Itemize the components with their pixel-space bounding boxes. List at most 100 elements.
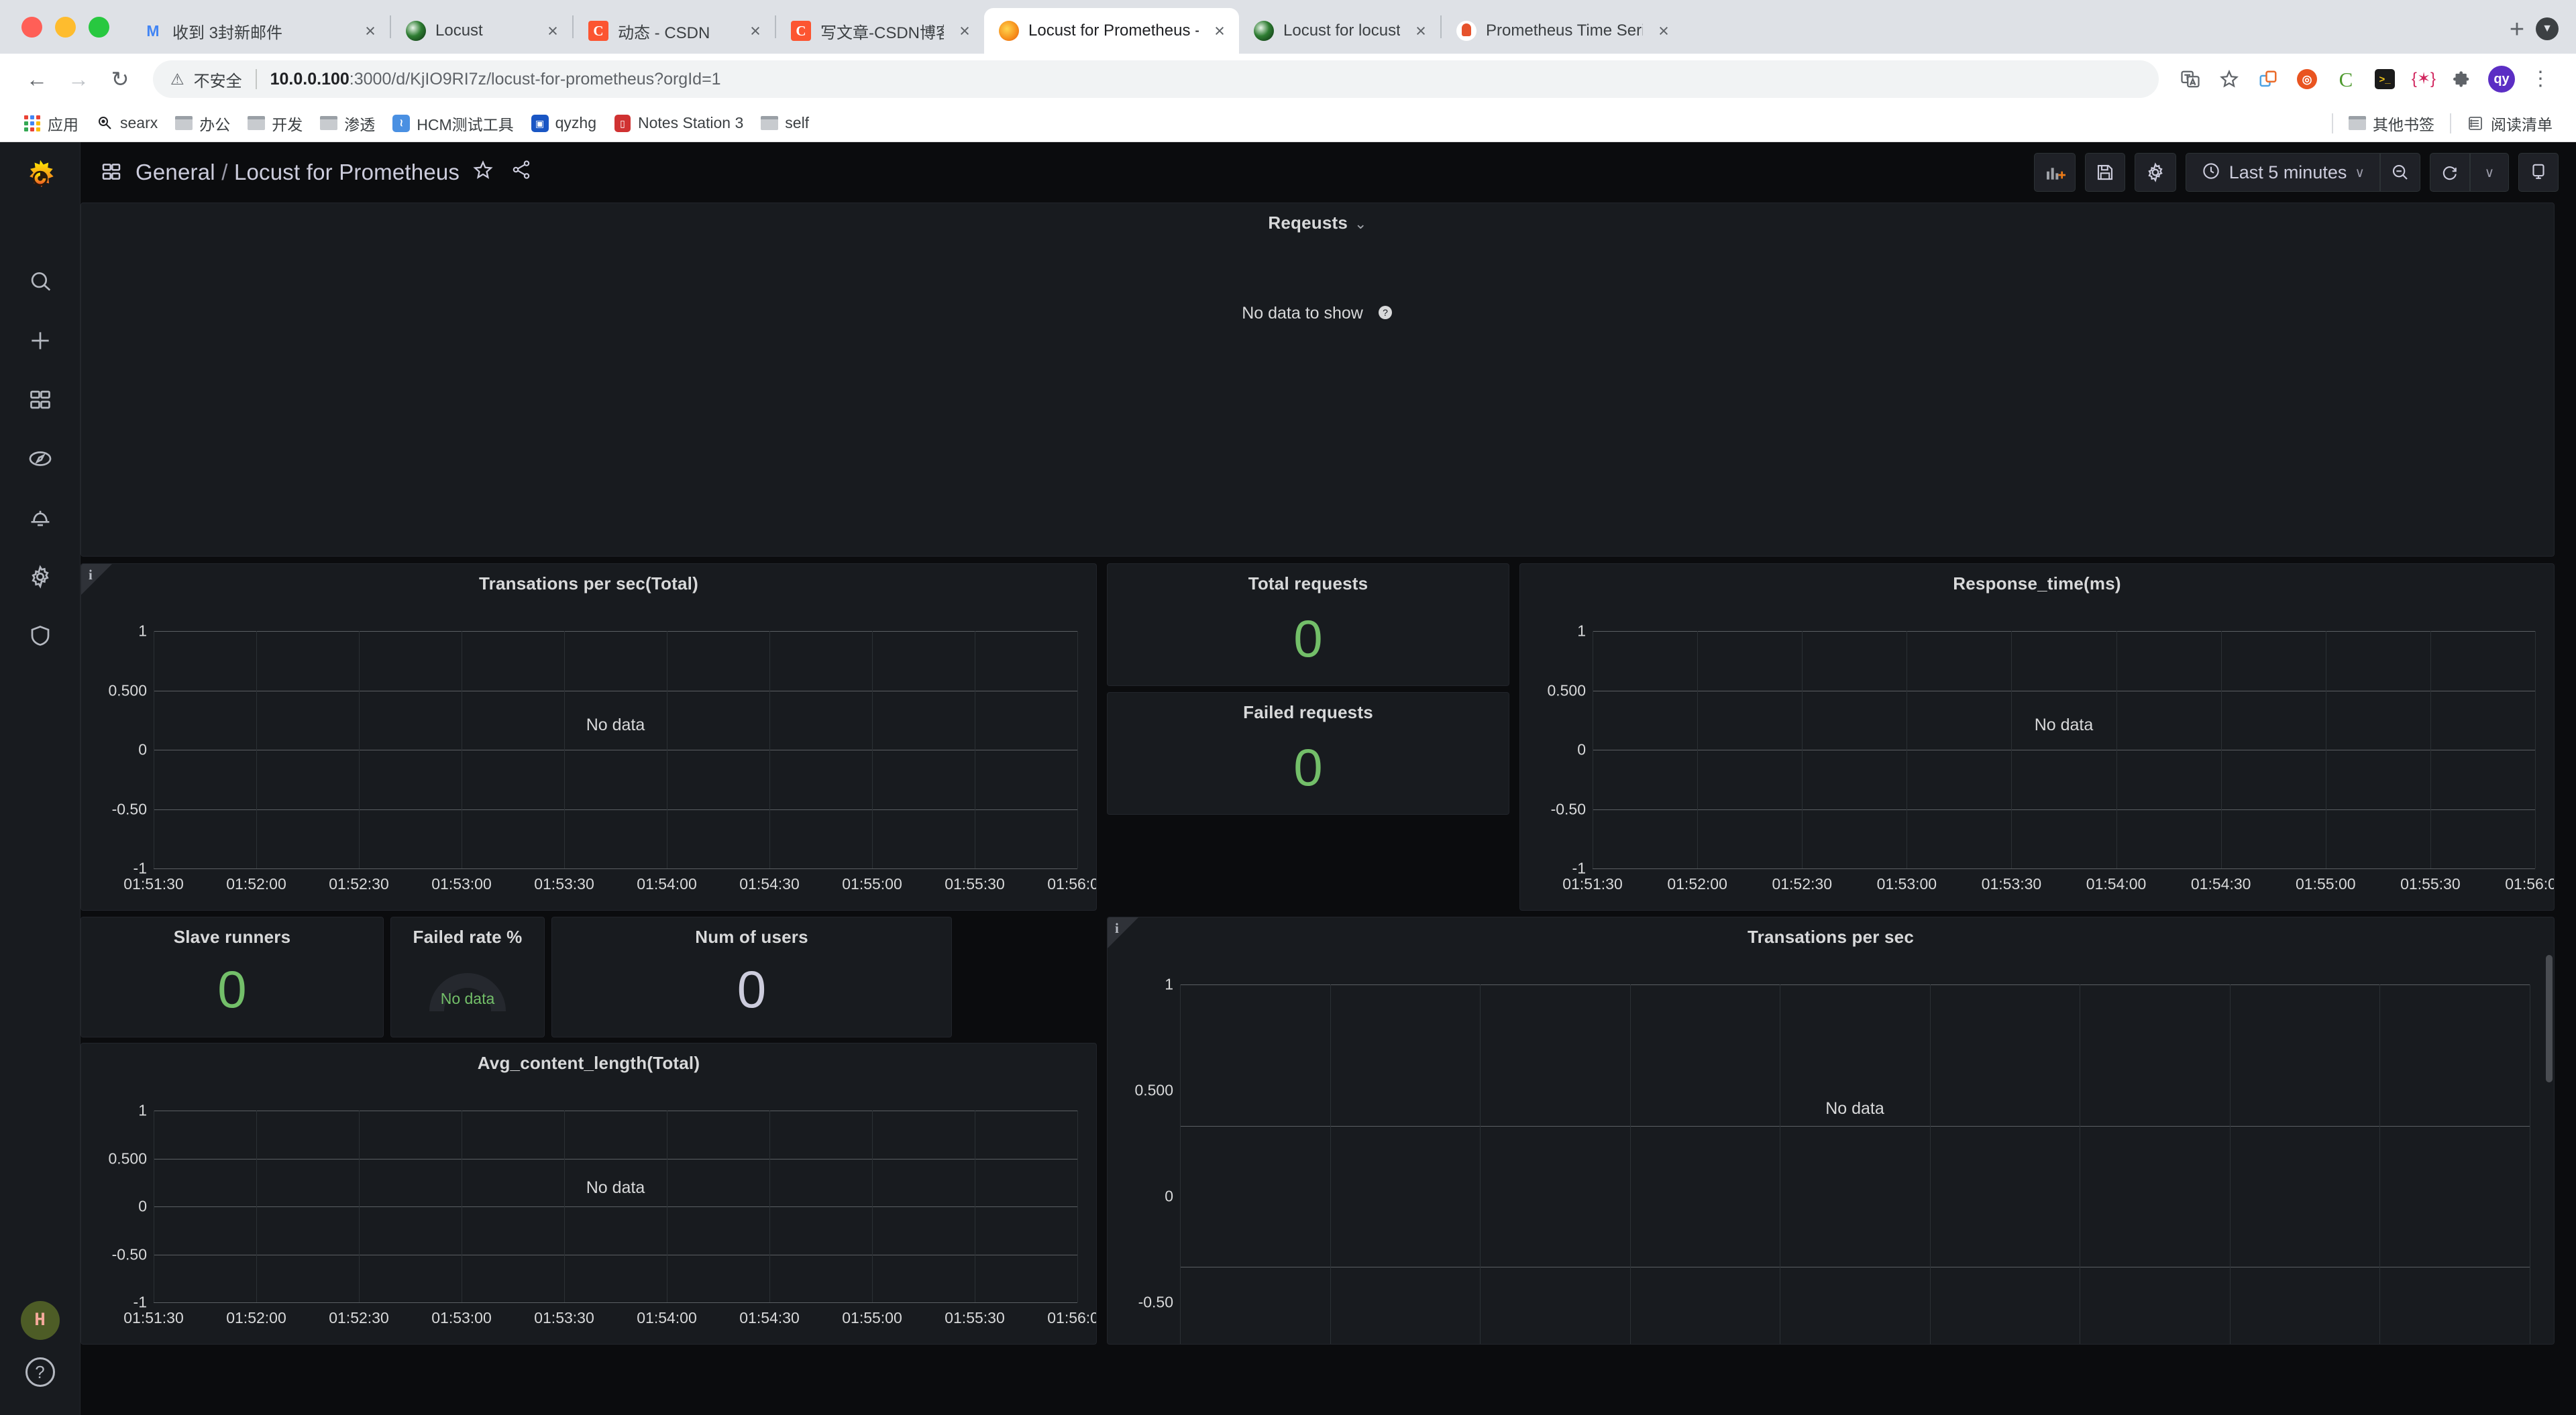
bookmark-item[interactable]: ≀ HCM测试工具: [384, 109, 522, 138]
bookmark-star-icon[interactable]: [2210, 60, 2249, 99]
grid-line-vertical: [358, 631, 360, 868]
avatar[interactable]: H: [20, 1301, 60, 1340]
translate-icon[interactable]: [2171, 60, 2210, 99]
dashboards-icon[interactable]: [101, 161, 123, 184]
time-range-label: Last 5 minutes: [2229, 162, 2347, 182]
panel-avg-content-length-total[interactable]: Avg_content_length(Total) 1 0.500 0 -0.5…: [80, 1043, 1097, 1345]
browser-tab[interactable]: Prometheus Time Series Collection and Pr…: [1442, 8, 1683, 54]
ubuntu-extension-icon[interactable]: ◎: [2288, 60, 2326, 99]
tab-search-icon[interactable]: ▼: [2536, 17, 2559, 40]
tv-mode-button[interactable]: [2518, 153, 2559, 192]
panel-total-requests[interactable]: Total requests 0: [1107, 563, 1509, 686]
sidebar-item-alerting[interactable]: [11, 488, 70, 547]
save-dashboard-button[interactable]: [2084, 153, 2125, 192]
help-circle-icon[interactable]: ?: [1377, 304, 1393, 325]
panel-transations-per-sec-total[interactable]: i Transations per sec(Total) 1 0.500 0 -…: [80, 563, 1097, 911]
panel-reqeusts[interactable]: Reqeusts ⌄ No data to show ?: [80, 203, 2555, 557]
panel-transations-per-sec[interactable]: i Transations per sec 1 0.500 0 -0.50 No…: [1107, 917, 2555, 1345]
address-bar[interactable]: ⚠ 不安全 10.0.0.100:3000/d/KjIO9RI7z/locust…: [153, 60, 2159, 98]
page-title[interactable]: General / Locust for Prometheus: [136, 160, 460, 185]
panel-num-of-users[interactable]: Num of users 0: [551, 917, 952, 1037]
sidebar-item-dashboards[interactable]: [11, 370, 70, 429]
tab-close-button[interactable]: ×: [359, 19, 382, 42]
sidebar-item-explore[interactable]: [11, 429, 70, 488]
json-extension-icon[interactable]: {✶}: [2404, 60, 2443, 99]
grid-line-vertical: [2430, 631, 2431, 868]
panel-title: Transations per sec: [1747, 927, 1915, 947]
browser-tab[interactable]: C 动态 - CSDN ×: [574, 8, 775, 54]
browser-tab[interactable]: Locust ×: [391, 8, 572, 54]
sidebar-item-server-admin[interactable]: [11, 606, 70, 665]
bookmark-item[interactable]: searx: [87, 109, 166, 138]
chrome-menu-icon[interactable]: ⋮: [2521, 60, 2560, 99]
bookmark-reading-list[interactable]: 阅读清单: [2458, 109, 2561, 138]
grafana-logo-icon[interactable]: [18, 156, 62, 200]
close-window-button[interactable]: [21, 17, 42, 38]
browser-tab[interactable]: Locust for locustfile.py ×: [1239, 8, 1440, 54]
bookmark-item[interactable]: self: [752, 109, 818, 138]
profile-avatar[interactable]: qy: [2482, 60, 2521, 99]
c-extension-icon[interactable]: C: [2326, 60, 2365, 99]
bookmark-item[interactable]: 渗透: [311, 109, 384, 138]
forward-button[interactable]: →: [58, 58, 99, 100]
bookmark-other-bookmarks[interactable]: 其他书签: [2340, 109, 2443, 138]
grid-line-vertical: [872, 631, 873, 868]
x-tick: 01:51:30: [1562, 875, 1623, 893]
panel-scrollbar[interactable]: [2546, 955, 2553, 1082]
reload-button[interactable]: ↻: [99, 58, 141, 100]
zoom-out-time-button[interactable]: [2380, 153, 2420, 192]
panel-failed-rate-pct[interactable]: Failed rate % No data: [390, 917, 545, 1037]
chevron-down-icon[interactable]: ⌄: [1354, 215, 1367, 232]
browser-tab[interactable]: C 写文章-CSDN博客 ×: [776, 8, 984, 54]
info-icon[interactable]: i: [89, 567, 93, 583]
help-icon[interactable]: ?: [25, 1357, 55, 1387]
sidebar-item-search[interactable]: [11, 252, 70, 311]
bookmark-item[interactable]: 应用: [15, 109, 87, 138]
tab-strip: M 收到 3封新邮件 × Locust × C 动态 - CSDN × C 写文章-CSDN博客 ×…: [0, 0, 2576, 54]
tab-close-button[interactable]: ×: [953, 19, 976, 42]
bookmark-item[interactable]: 开发: [239, 109, 311, 138]
y-tick: 1: [1165, 975, 1173, 993]
panel-info-corner[interactable]: [81, 564, 112, 595]
panel-response-time-ms[interactable]: Response_time(ms) 1 0.500 0 -0.50 -1 01:…: [1519, 563, 2555, 911]
browser-tab[interactable]: Locust for Prometheus - Grafana ×: [984, 8, 1239, 54]
panel-slave-runners[interactable]: Slave runners 0: [80, 917, 384, 1037]
stat-value: 0: [1293, 609, 1323, 668]
maximize-window-button[interactable]: [89, 17, 109, 38]
back-button[interactable]: ←: [16, 58, 58, 100]
add-panel-button[interactable]: [2033, 153, 2076, 192]
x-tick: 01:55:30: [945, 1309, 1005, 1326]
tab-close-button[interactable]: ×: [1652, 19, 1675, 42]
grid-line-vertical: [2116, 631, 2117, 868]
bookmark-item[interactable]: 办公: [166, 109, 239, 138]
bookmark-item[interactable]: ▯ Notes Station 3: [605, 109, 752, 138]
tab-close-button[interactable]: ×: [744, 19, 767, 42]
refresh-button[interactable]: [2430, 153, 2470, 192]
panel-failed-requests[interactable]: Failed requests 0: [1107, 692, 1509, 815]
browser-tab[interactable]: M 收到 3封新邮件 ×: [128, 8, 390, 54]
terminal-extension-icon[interactable]: >_: [2365, 60, 2404, 99]
url-path: :3000/d/KjIO9RI7z/locust-for-prometheus?…: [349, 69, 721, 89]
puzzle-extensions-icon[interactable]: [2443, 60, 2482, 99]
sidebar-item-configuration[interactable]: [11, 547, 70, 606]
grid-line-horizontal: [1180, 1125, 2530, 1127]
tab-close-button[interactable]: ×: [1409, 19, 1432, 42]
tab-close-button[interactable]: ×: [1208, 19, 1231, 42]
info-icon[interactable]: i: [1115, 920, 1119, 937]
minimize-window-button[interactable]: [55, 17, 76, 38]
share-icon[interactable]: [511, 159, 537, 186]
tab-close-button[interactable]: ×: [541, 19, 564, 42]
panel-title[interactable]: Reqeusts ⌄: [81, 203, 2554, 233]
bookmark-item[interactable]: ▣ qyzhg: [523, 109, 605, 138]
sidebar-item-create[interactable]: [11, 311, 70, 370]
new-tab-button[interactable]: +: [2498, 11, 2536, 48]
time-range-picker[interactable]: Last 5 minutes ∨: [2185, 153, 2380, 192]
dashboard-settings-button[interactable]: [2134, 153, 2176, 192]
grid-line-vertical: [1180, 984, 1181, 1344]
panel-info-corner[interactable]: [1108, 917, 1138, 948]
star-icon[interactable]: [472, 159, 498, 186]
plot-grid: [154, 1111, 1078, 1303]
window-traffic-lights[interactable]: [9, 17, 128, 54]
window-copy-icon[interactable]: [2249, 60, 2288, 99]
refresh-interval-dropdown[interactable]: ∨: [2470, 153, 2509, 192]
